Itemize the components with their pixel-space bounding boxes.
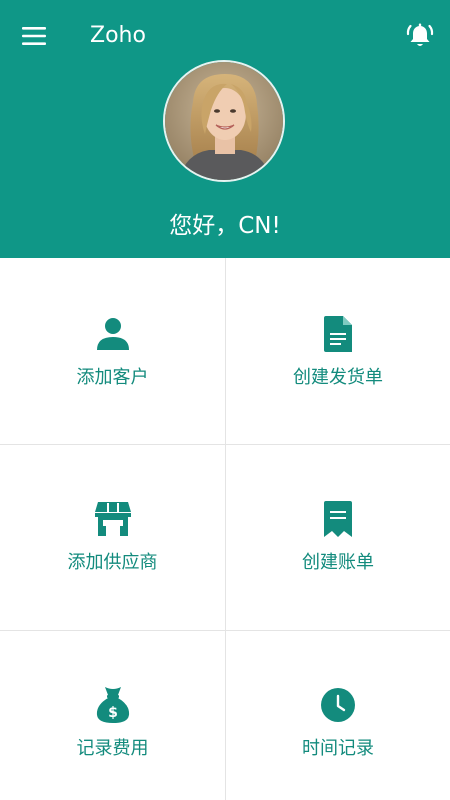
record-expense-label: 记录费用 bbox=[76, 738, 149, 759]
record-expense-tile[interactable]: $ 记录费用 bbox=[0, 631, 225, 800]
app-title: Zoho bbox=[90, 23, 146, 48]
storefront-icon bbox=[94, 502, 131, 536]
add-customer-tile[interactable]: 添加客户 bbox=[0, 258, 225, 444]
quick-actions-grid: 添加客户 创建发货单 添加供应商 创建账单 $ 记录费用 时间记录 bbox=[0, 258, 450, 800]
add-customer-label: 添加客户 bbox=[76, 367, 149, 388]
time-tracking-label: 时间记录 bbox=[302, 738, 374, 759]
profile-photo bbox=[165, 62, 283, 180]
create-invoice-label: 创建发货单 bbox=[293, 367, 383, 388]
document-icon bbox=[324, 316, 352, 352]
greeting-text: 您好，CN! bbox=[169, 213, 281, 239]
profile-avatar[interactable] bbox=[163, 60, 285, 182]
create-invoice-tile[interactable]: 创建发货单 bbox=[226, 258, 450, 444]
money-bag-icon: $ bbox=[96, 687, 129, 723]
app-header: Zoho 您好，CN! bbox=[0, 0, 450, 258]
create-bill-label: 创建账单 bbox=[302, 552, 374, 573]
create-bill-tile[interactable]: 创建账单 bbox=[226, 445, 450, 630]
menu-button[interactable] bbox=[16, 18, 52, 54]
add-vendor-label: 添加供应商 bbox=[67, 552, 158, 573]
svg-text:$: $ bbox=[108, 705, 118, 721]
person-icon bbox=[96, 318, 129, 350]
clock-icon bbox=[321, 688, 355, 722]
alarm-bell-icon bbox=[406, 23, 434, 46]
hamburger-menu-icon bbox=[22, 27, 46, 45]
receipt-icon bbox=[324, 501, 352, 537]
time-tracking-tile[interactable]: 时间记录 bbox=[226, 631, 450, 800]
add-vendor-tile[interactable]: 添加供应商 bbox=[0, 445, 225, 630]
alarm-button[interactable] bbox=[400, 16, 440, 56]
